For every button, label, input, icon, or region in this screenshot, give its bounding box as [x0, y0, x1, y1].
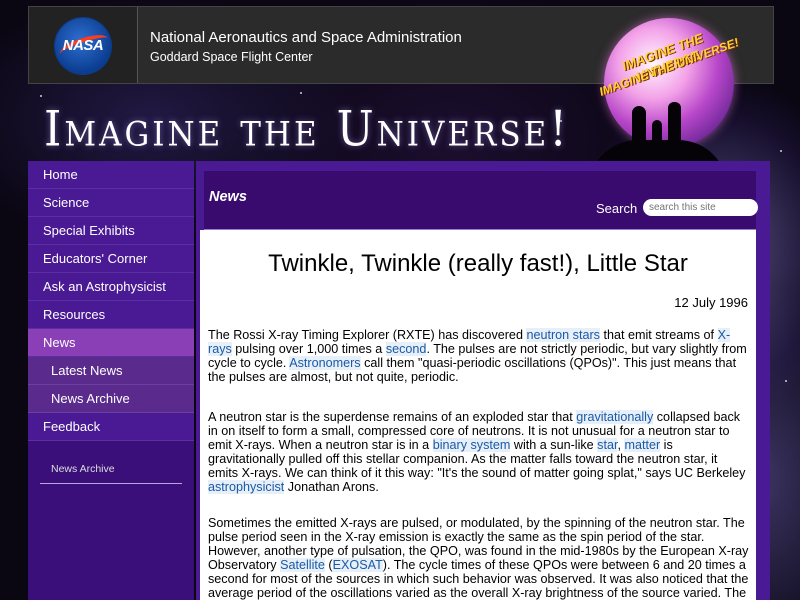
- section-title: News: [209, 189, 247, 205]
- sidebar-item-educators-corner[interactable]: Educators' Corner: [28, 245, 194, 273]
- glossary-link[interactable]: gravitationally: [576, 410, 654, 424]
- glossary-link[interactable]: neutron stars: [526, 328, 600, 342]
- article-title: Twinkle, Twinkle (really fast!), Little …: [268, 250, 688, 277]
- glossary-link[interactable]: EXOSAT: [332, 558, 383, 572]
- search-label: Search: [596, 201, 638, 216]
- article-date: 12 July 1996: [674, 295, 748, 310]
- sidebar-item-feedback[interactable]: Feedback: [28, 413, 194, 441]
- sidebar-item-science[interactable]: Science: [28, 189, 194, 217]
- glossary-link[interactable]: binary system: [432, 438, 511, 452]
- person-silhouette-icon: [632, 106, 646, 146]
- article-paragraph-1: The Rossi X-ray Timing Explorer (RXTE) h…: [208, 328, 747, 384]
- article-paragraph-2: A neutron star is the superdense remains…: [208, 410, 746, 494]
- star-dot: [300, 92, 302, 94]
- sidebar-subitem-news-archive[interactable]: News Archive: [28, 385, 194, 413]
- center-name[interactable]: Goddard Space Flight Center: [150, 50, 313, 64]
- person-silhouette-icon: [668, 102, 681, 146]
- main-content-frame: News Search Twinkle, Twinkle (really fas…: [196, 161, 770, 600]
- agency-name[interactable]: National Aeronautics and Space Administr…: [150, 29, 462, 46]
- glossary-link[interactable]: matter: [624, 438, 661, 452]
- article-paragraph-3: Sometimes the emitted X-rays are pulsed,…: [208, 516, 749, 600]
- sidebar-item-resources[interactable]: Resources: [28, 301, 194, 329]
- sidebar-item-news[interactable]: News: [28, 329, 194, 357]
- glossary-link[interactable]: second: [385, 342, 427, 356]
- sidebar-subitem-latest-news[interactable]: Latest News: [28, 357, 194, 385]
- star-dot: [785, 380, 787, 382]
- search-input[interactable]: [643, 199, 758, 216]
- star-dot: [40, 95, 42, 97]
- nasa-logo-link[interactable]: NASA: [29, 7, 138, 83]
- nasa-meatball-icon: NASA: [55, 18, 111, 74]
- glossary-link[interactable]: astrophysicist: [208, 480, 285, 494]
- article-body: Twinkle, Twinkle (really fast!), Little …: [200, 230, 756, 600]
- glossary-link[interactable]: Satellite: [280, 558, 325, 572]
- sidebar-item-ask-astrophysicist[interactable]: Ask an Astrophysicist: [28, 273, 194, 301]
- glossary-link[interactable]: X-rays: [208, 328, 731, 356]
- sidebar-archive-link[interactable]: News Archive: [40, 463, 182, 484]
- child-silhouette-icon: [652, 120, 662, 146]
- glossary-link[interactable]: star: [597, 438, 618, 452]
- sidebar-item-home[interactable]: Home: [28, 161, 194, 189]
- star-dot: [780, 150, 782, 152]
- sidebar-nav: Home Science Special Exhibits Educators'…: [28, 161, 194, 600]
- site-title: Imagine the Universe!: [44, 101, 570, 158]
- section-header: News Search: [204, 171, 758, 230]
- glossary-link[interactable]: Astronomers: [289, 356, 361, 370]
- sidebar-item-special-exhibits[interactable]: Special Exhibits: [28, 217, 194, 245]
